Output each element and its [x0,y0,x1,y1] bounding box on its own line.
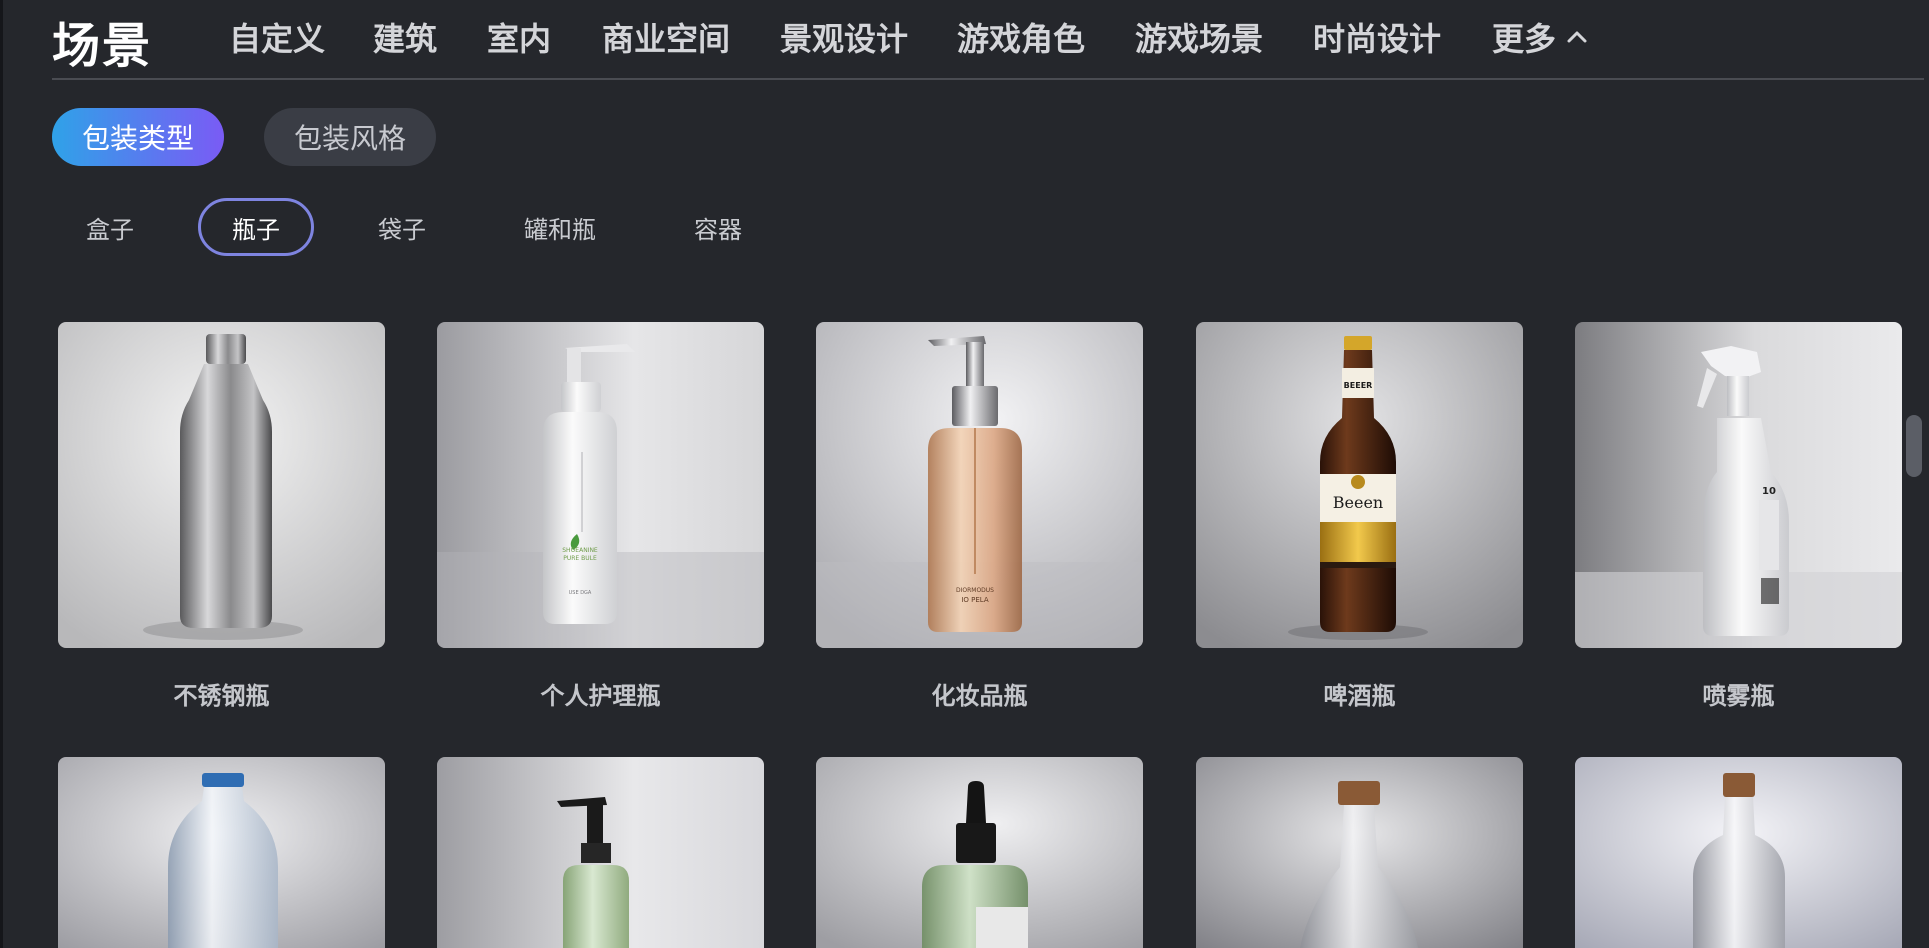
nav-item-commercial-space[interactable]: 商业空间 [602,14,730,60]
bottle-print: PURE BULE [563,555,597,562]
clear-pump-bottle-image [437,757,764,948]
window-edge [0,0,3,948]
cosmetic-bottle-image: DIORMODUS IO PELA [816,322,1143,648]
bottle-print: SHOEANINE [562,547,598,554]
bottle-print: BEEER [1344,381,1373,390]
nav-more-label: 更多 [1492,20,1557,58]
nav-item-interior[interactable]: 室内 [487,14,551,60]
subtab-jar-and-bottle[interactable]: 罐和瓶 [505,198,615,256]
thumbnail [1575,757,1902,948]
card-glass-bottle-cork[interactable] [1575,757,1902,948]
bottle-print: Beeen [1333,493,1383,512]
thumbnail [58,322,385,648]
glass-bottle-cork-image [1575,757,1902,948]
thumbnail [816,757,1143,948]
card-label: 喷雾瓶 [1702,682,1775,710]
card-label: 啤酒瓶 [1323,682,1396,710]
tab-package-style[interactable]: 包装风格 [264,108,436,166]
scrollbar-thumb[interactable] [1906,415,1922,477]
card-cosmetic-bottle[interactable]: DIORMODUS IO PELA 化妆品瓶 [816,322,1143,711]
card-label: 个人护理瓶 [540,682,661,710]
tab-package-type[interactable]: 包装类型 [52,108,224,166]
thumbnail [1196,757,1523,948]
card-beer-bottle[interactable]: BEEER Beeen 啤酒瓶 [1196,322,1523,711]
card-stainless-steel-bottle[interactable]: 不锈钢瓶 [58,322,385,711]
bottle-print: IO PELA [961,596,989,604]
thumbnail [437,757,764,948]
bottle-print: 10 [1762,486,1776,497]
beer-bottle-image: BEEER Beeen [1196,322,1523,648]
thumbnail: BEEER Beeen [1196,322,1523,648]
thumbnail: DIORMODUS IO PELA [816,322,1143,648]
card-spray-bottle[interactable]: 10 喷雾瓶 [1575,322,1902,711]
bottle-print: USE DGA [569,590,592,596]
plastic-water-bottle-image [58,757,385,948]
subtab-bag[interactable]: 袋子 [352,198,452,256]
dropper-bottle-image [816,757,1143,948]
personal-care-bottle-image: SHOEANINE PURE BULE USE DGA [437,322,764,648]
card-label: 化妆品瓶 [931,682,1028,710]
nav-item-landscape-design[interactable]: 景观设计 [780,14,908,60]
card-dropper-bottle[interactable] [816,757,1143,948]
stainless-steel-bottle-image [58,322,385,648]
subtab-container[interactable]: 容器 [668,198,768,256]
bottle-print: DIORMODUS [956,587,994,594]
card-glass-carafe[interactable] [1196,757,1523,948]
thumbnail: SHOEANINE PURE BULE USE DGA [437,322,764,648]
subtab-bottle[interactable]: 瓶子 [198,198,314,256]
nav-item-custom[interactable]: 自定义 [229,14,325,60]
thumbnail [58,757,385,948]
card-personal-care-bottle[interactable]: SHOEANINE PURE BULE USE DGA 个人护理瓶 [437,322,764,711]
card-clear-pump-bottle[interactable] [437,757,764,948]
nav-item-game-character[interactable]: 游戏角色 [957,14,1085,60]
card-label: 不锈钢瓶 [173,682,270,710]
nav-more[interactable]: 更多 [1492,14,1588,60]
thumbnail: 10 [1575,322,1902,648]
chevron-up-icon [1567,31,1587,43]
page-title: 场景 [52,18,153,74]
nav-item-architecture[interactable]: 建筑 [373,14,437,60]
glass-carafe-image [1196,757,1523,948]
nav-item-game-scene[interactable]: 游戏场景 [1135,14,1263,60]
nav-item-fashion-design[interactable]: 时尚设计 [1313,14,1441,60]
card-plastic-water-bottle[interactable] [58,757,385,948]
subtab-box[interactable]: 盒子 [60,198,160,256]
spray-bottle-image: 10 [1575,322,1902,648]
